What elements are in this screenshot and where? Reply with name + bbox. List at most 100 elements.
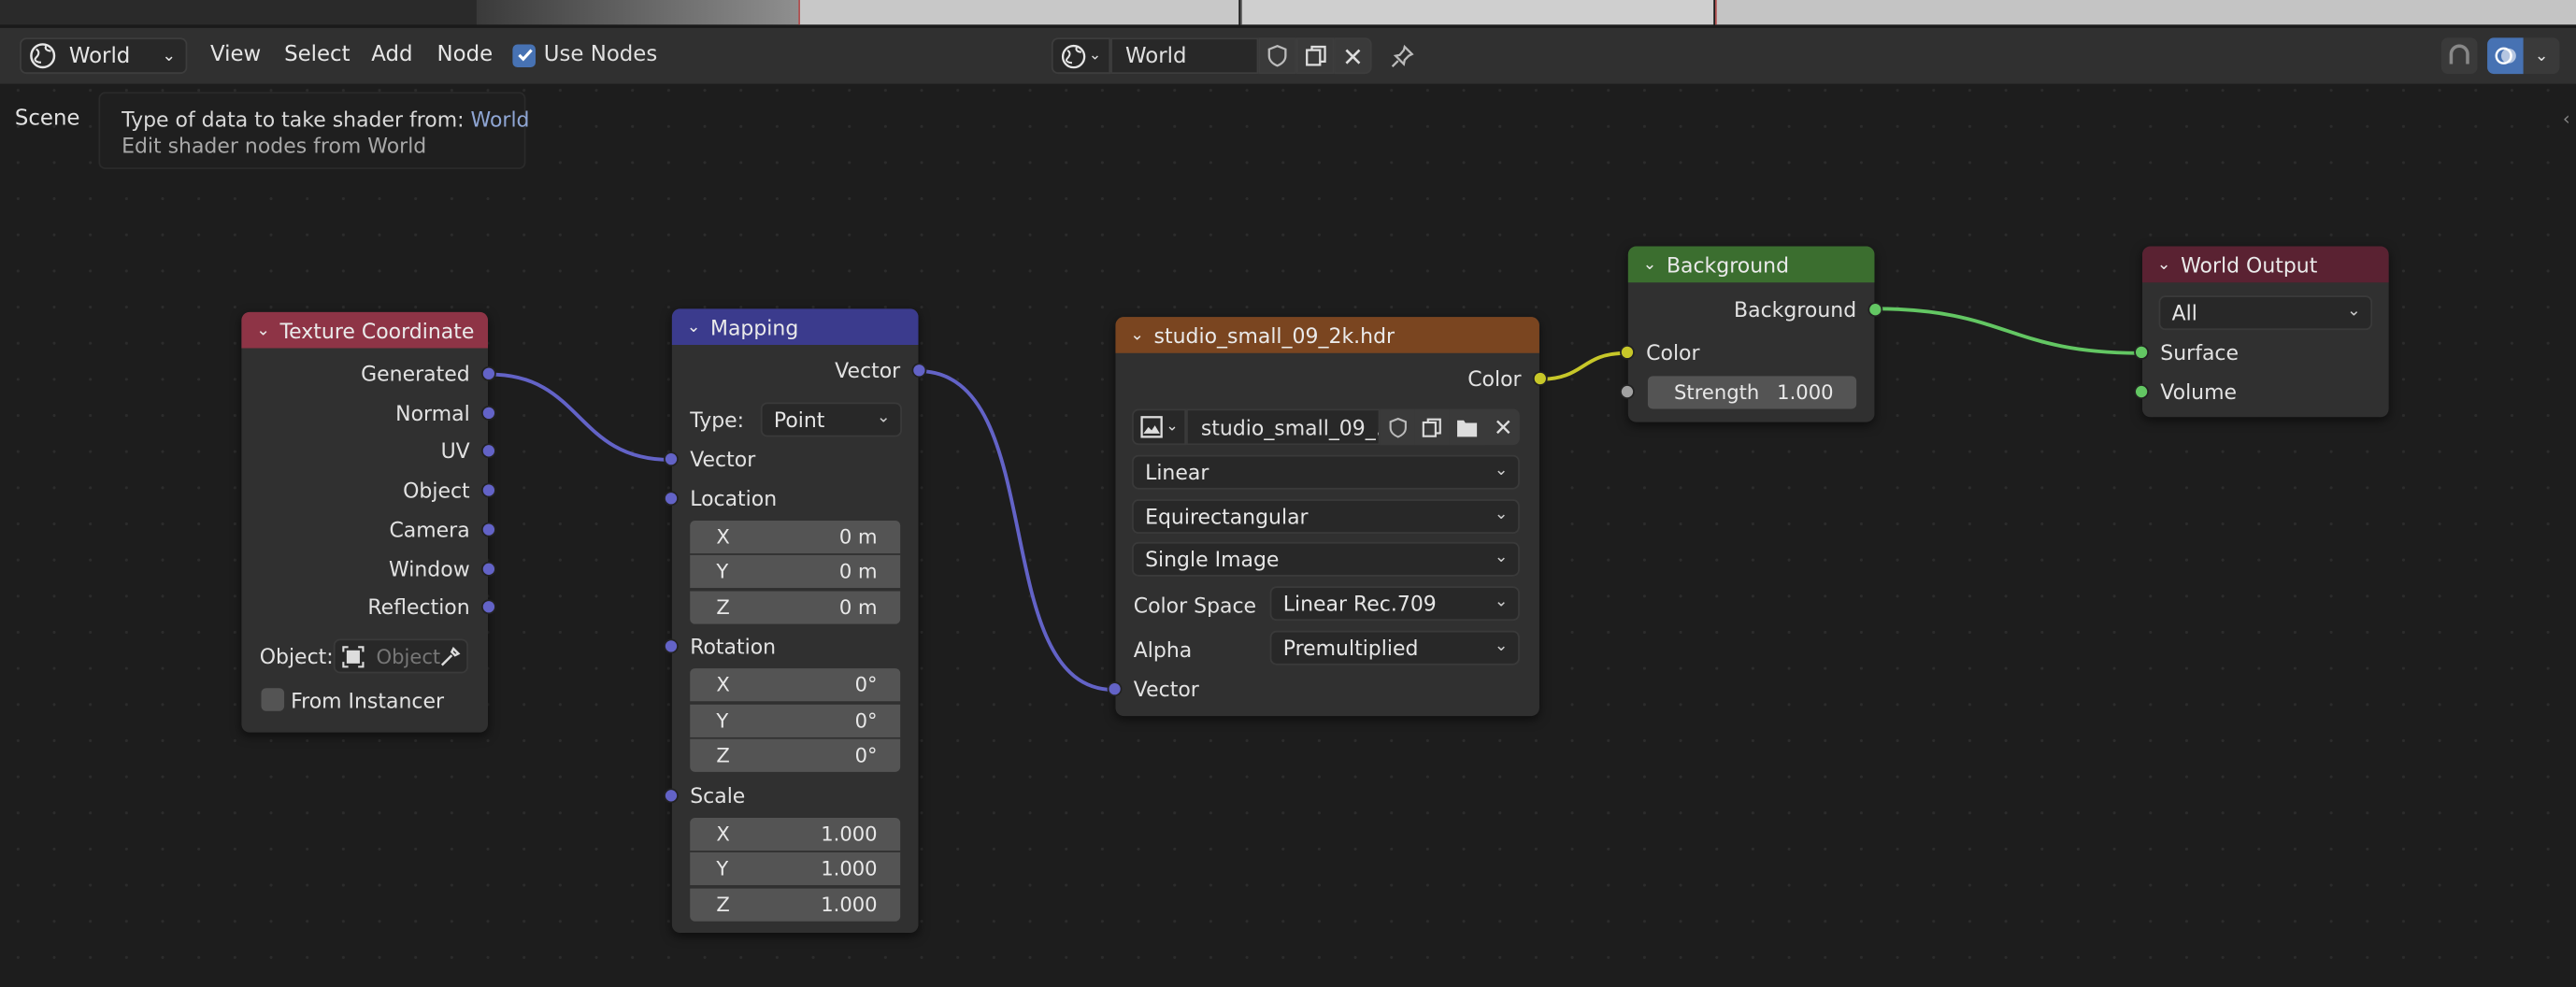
chevron-down-icon[interactable]: ⌄ — [687, 318, 701, 336]
menu-node[interactable]: Node — [437, 43, 494, 67]
type-label: Type: — [690, 407, 745, 433]
chevron-down-icon[interactable]: ⌄ — [1130, 326, 1144, 344]
image-icon — [1139, 416, 1163, 439]
socket-object[interactable] — [480, 482, 496, 498]
open-image-button[interactable] — [1449, 408, 1485, 446]
chevron-down-icon: ⌄ — [2346, 302, 2361, 321]
image-browse-button[interactable]: ⌄ — [1132, 408, 1187, 446]
location-x-field[interactable]: X 0 m — [690, 520, 901, 554]
alpha-dropdown[interactable]: Premultiplied ⌄ — [1269, 630, 1520, 665]
socket-strength-in[interactable] — [1620, 384, 1635, 399]
node-header[interactable]: ⌄ Texture Coordinate — [241, 311, 489, 349]
world-output-node[interactable]: ⌄ World Output All ⌄ Surface Volume — [2134, 246, 2389, 418]
texture-coordinate-node[interactable]: ⌄ Texture Coordinate Generated Normal UV… — [241, 311, 496, 733]
socket-location[interactable] — [664, 491, 679, 507]
scale-label: Scale — [690, 783, 746, 808]
target-value: All — [2171, 300, 2197, 325]
chevron-down-icon: ⌄ — [1088, 47, 1102, 64]
world-browse-button[interactable]: ⌄ — [1051, 37, 1111, 75]
node-header[interactable]: ⌄ World Output — [2141, 246, 2389, 283]
pin-button[interactable] — [1383, 37, 1420, 74]
socket-uv[interactable] — [480, 443, 496, 459]
scale-z-field[interactable]: Z 1.000 — [690, 888, 901, 922]
from-instancer-checkbox[interactable] — [261, 688, 285, 711]
socket-volume-in[interactable] — [2134, 384, 2150, 399]
socket-background-out[interactable] — [1868, 302, 1883, 318]
socket-camera[interactable] — [480, 522, 496, 537]
input-color: Color — [1646, 339, 1700, 365]
socket-surface-in[interactable] — [2134, 344, 2150, 360]
checkbox-checked-icon[interactable] — [512, 43, 536, 67]
location-y-field[interactable]: Y 0 m — [690, 554, 901, 589]
socket-normal[interactable] — [480, 405, 496, 421]
duplicate-world-button[interactable] — [1295, 37, 1335, 75]
tooltip-description: Type of data to take shader from: — [122, 107, 471, 132]
input-vector: Vector — [690, 446, 756, 472]
use-nodes-toggle[interactable]: Use Nodes — [512, 43, 657, 67]
chevron-down-icon: ⌄ — [1494, 506, 1509, 524]
projection-dropdown[interactable]: Equirectangular ⌄ — [1132, 499, 1520, 535]
overlay-toggle-button[interactable] — [2487, 37, 2524, 75]
socket-vector-in[interactable] — [1107, 681, 1123, 696]
node-header[interactable]: ⌄ studio_small_09_2k.hdr — [1115, 317, 1539, 353]
socket-scale[interactable] — [664, 788, 679, 804]
interpolation-dropdown[interactable]: Linear ⌄ — [1132, 454, 1520, 490]
color-space-dropdown[interactable]: Linear Rec.709 ⌄ — [1269, 586, 1520, 622]
background-node[interactable]: ⌄ Background Background Color Strength 1… — [1620, 246, 1883, 422]
image-name-field[interactable]: studio_small_09_... — [1186, 408, 1381, 446]
scale-y-field[interactable]: Y 1.000 — [690, 851, 901, 886]
chevron-down-icon: ⌄ — [876, 408, 891, 427]
fake-user-button[interactable] — [1258, 37, 1296, 75]
rotation-y-field[interactable]: Y 0° — [690, 704, 901, 737]
sidebar-toggle-icon[interactable]: ‹ — [2563, 108, 2570, 130]
use-nodes-label: Use Nodes — [543, 42, 658, 68]
socket-reflection[interactable] — [480, 599, 496, 615]
duplicate-image-button[interactable] — [1414, 408, 1450, 446]
menu-select[interactable]: Select — [284, 43, 350, 67]
close-icon — [1495, 419, 1511, 436]
fake-user-button[interactable] — [1380, 408, 1415, 446]
rotation-x-field[interactable]: X 0° — [690, 668, 901, 702]
chevron-down-icon: ⌄ — [2534, 47, 2549, 65]
type-dropdown[interactable]: Point ⌄ — [760, 402, 902, 437]
shader-type-dropdown[interactable]: World ⌄ — [20, 37, 188, 75]
eyedropper-icon[interactable] — [438, 645, 462, 668]
unlink-image-button[interactable] — [1484, 408, 1520, 446]
source-dropdown[interactable]: Single Image ⌄ — [1132, 541, 1520, 577]
socket-window[interactable] — [480, 561, 496, 577]
menu-add[interactable]: Add — [371, 43, 412, 67]
link-background-to-output — [1874, 307, 2141, 355]
world-name-field[interactable]: World — [1110, 37, 1259, 75]
object-field[interactable]: Object — [333, 638, 468, 674]
overlay-options-button[interactable]: ⌄ — [2523, 37, 2560, 75]
strength-value: 1.000 — [1777, 380, 1834, 405]
output-camera: Camera — [389, 517, 470, 542]
socket-rotation[interactable] — [664, 638, 679, 654]
chevron-down-icon[interactable]: ⌄ — [2157, 255, 2171, 273]
tooltip: Type of data to take shader from: World … — [98, 92, 530, 169]
unlink-world-button[interactable] — [1334, 37, 1372, 75]
field-value: 0 m — [838, 560, 878, 583]
socket-color-in[interactable] — [1620, 344, 1635, 360]
rotation-z-field[interactable]: Z 0° — [690, 738, 901, 772]
duplicate-icon — [1421, 416, 1442, 437]
socket-vector-out[interactable] — [911, 363, 927, 379]
environment-texture-node[interactable]: ⌄ studio_small_09_2k.hdr Color ⌄ studio_… — [1107, 317, 1548, 717]
menu-view[interactable]: View — [210, 43, 261, 67]
duplicate-icon — [1304, 44, 1327, 67]
snap-toggle-button[interactable] — [2440, 37, 2478, 75]
chevron-down-icon[interactable]: ⌄ — [1643, 255, 1657, 273]
socket-generated[interactable] — [480, 365, 496, 381]
scale-x-field[interactable]: X 1.000 — [690, 818, 901, 851]
node-header[interactable]: ⌄ Mapping — [671, 308, 919, 345]
field-value: 1.000 — [821, 822, 878, 846]
socket-vector-in[interactable] — [664, 451, 679, 467]
target-dropdown[interactable]: All ⌄ — [2158, 295, 2373, 331]
chevron-down-icon[interactable]: ⌄ — [256, 322, 270, 339]
output-generated: Generated — [361, 361, 470, 386]
location-z-field[interactable]: Z 0 m — [690, 591, 901, 624]
node-header[interactable]: ⌄ Background — [1627, 246, 1875, 283]
strength-field[interactable]: Strength 1.000 — [1647, 376, 1857, 409]
mapping-node[interactable]: ⌄ Mapping Vector Type: Point ⌄ Vector Lo… — [664, 308, 927, 934]
socket-color-out[interactable] — [1532, 371, 1548, 386]
